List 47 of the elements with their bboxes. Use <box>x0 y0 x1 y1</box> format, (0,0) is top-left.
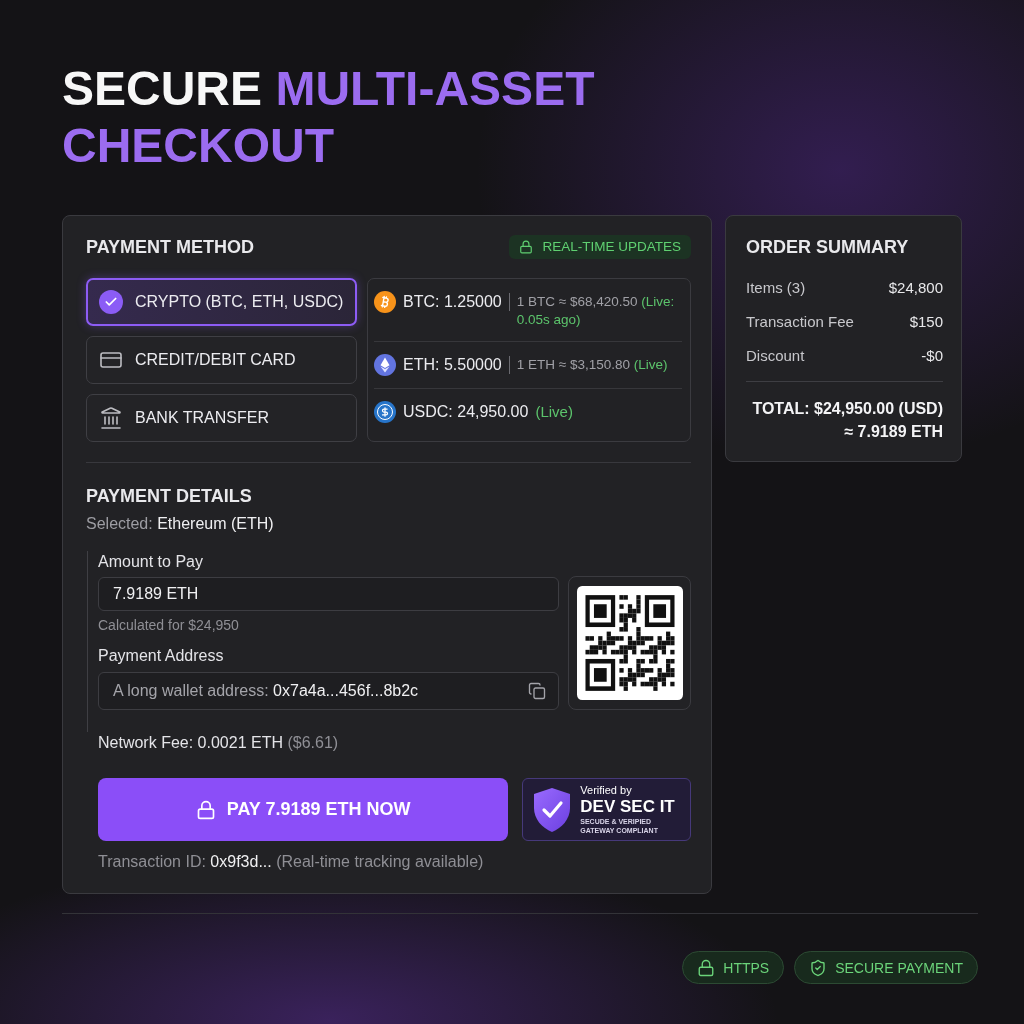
page-title: SECURE MULTI-ASSET CHECKOUT <box>62 61 596 174</box>
shield-check-icon <box>809 958 828 977</box>
field-label: Amount to Pay <box>98 552 204 572</box>
bitcoin-icon <box>374 291 396 313</box>
check-circle-icon <box>99 290 123 314</box>
lock-icon <box>195 799 216 820</box>
asset-amount: ETH: 5.50000 <box>403 355 502 375</box>
company-name: DEV SEC IT <box>580 797 676 817</box>
bank-icon <box>99 406 123 430</box>
payment-method-option[interactable]: CREDIT/DEBIT CARD <box>86 336 357 384</box>
field-hint: Calculated for $24,950 <box>98 616 240 635</box>
exchange-rate-text: 1 BTC ≈ $68,420.50 (Live: 0.05s ago) <box>516 293 676 329</box>
copy-icon[interactable] <box>528 682 546 700</box>
lock-icon <box>697 958 716 977</box>
security-label: SECURE PAYMENT <box>835 959 963 976</box>
selected-method-text: Selected: Ethereum (ETH) <box>86 514 275 534</box>
security-label: HTTPS <box>723 959 770 976</box>
total-text: TOTAL: $24,950.00 (USD) <box>751 399 943 419</box>
shield-check-icon <box>532 786 573 833</box>
summary-label: Items (3) <box>746 278 806 298</box>
network-fee-text: Network Fee: 0.0021 ETH ($6.61) <box>97 733 340 753</box>
section-heading: ORDER SUMMARY <box>746 236 910 259</box>
transaction-id-text: Transaction ID: 0x9f3d... (Real-time tracking available) <box>97 852 485 872</box>
verified-caption: Verified by <box>580 784 633 797</box>
payment-method-option[interactable]: CRYPTO (BTC, ETH, USDC) <box>86 278 357 326</box>
summary-value: $150 <box>909 312 943 332</box>
asset-amount: BTC: 1.25000 <box>403 292 502 312</box>
section-heading: PAYMENT DETAILS <box>86 485 253 508</box>
wallet-address-text: A long wallet address: 0x7a4a...456f...8b2c <box>113 682 419 700</box>
status-label: REAL-TIME UPDATES <box>542 239 681 255</box>
total-converted-text: ≈ 7.9189 ETH <box>843 422 943 442</box>
summary-value: $24,800 <box>888 278 943 298</box>
dollar-coin-icon <box>374 401 396 423</box>
address-field[interactable]: A long wallet address: 0x7a4a...456f...8b2c <box>98 672 559 710</box>
summary-label: Transaction Fee <box>746 312 854 332</box>
asset-amount: USDC: 24,950.00 <box>403 402 529 422</box>
payment-method-option[interactable]: BANK TRANSFER <box>86 394 357 442</box>
summary-value: -$0 <box>921 346 943 366</box>
amount-field[interactable]: 7.9189 ETH <box>98 577 559 611</box>
live-status-text: (Live) <box>535 402 573 422</box>
pay-button[interactable]: PAY 7.9189 ETH NOW <box>98 778 509 841</box>
field-label: Payment Address <box>98 646 225 666</box>
lock-icon <box>519 240 534 254</box>
exchange-rate-text: 1 ETH ≈ $3,150.80 (Live) <box>516 356 668 374</box>
section-heading: PAYMENT METHOD <box>86 236 254 259</box>
ethereum-icon <box>374 354 396 376</box>
summary-label: Discount <box>746 346 805 366</box>
